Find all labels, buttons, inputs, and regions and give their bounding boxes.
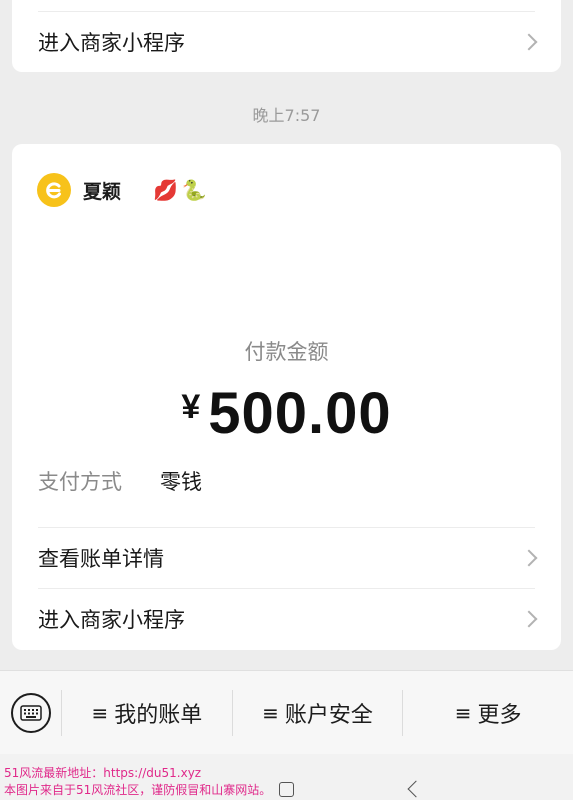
row-label: 查看账单详情 bbox=[38, 547, 164, 571]
system-nav-bar: 51风流最新地址：https://du51.xyz 本图片来自于51风流社区，谨… bbox=[0, 754, 573, 800]
recent-apps-icon[interactable] bbox=[279, 782, 294, 797]
payment-method-value: 零钱 bbox=[160, 470, 202, 494]
bottom-menu-bar: ≡ 我的账单 ≡ 账户安全 ≡ 更多 bbox=[0, 670, 573, 754]
merchant-name: 夏颖 bbox=[83, 180, 122, 203]
amount-value: 500.00 bbox=[208, 381, 392, 446]
chevron-right-icon bbox=[520, 610, 538, 628]
merchant-header[interactable]: 夏颖 💋🐍 bbox=[37, 172, 211, 208]
currency-symbol: ¥ bbox=[181, 388, 201, 426]
menu-more[interactable]: ≡ 更多 bbox=[403, 690, 573, 736]
menu-label: 账户安全 bbox=[284, 702, 373, 728]
menu-icon: ≡ bbox=[454, 700, 472, 725]
menu-label: 我的账单 bbox=[114, 702, 203, 728]
payment-card: 夏颖 💋🐍 付款金额 ¥500.00 支付方式 零钱 查看账单详情 进入商家小程… bbox=[12, 144, 561, 650]
enter-merchant-miniprogram-row-top[interactable]: 进入商家小程序 bbox=[38, 12, 541, 72]
watermark-line-2: 本图片来自于51风流社区，谨防假冒和山寨网站。 bbox=[4, 783, 272, 797]
keyboard-icon bbox=[10, 692, 51, 733]
previous-message-card: 进入商家小程序 bbox=[12, 0, 561, 72]
view-bill-detail-row[interactable]: 查看账单详情 bbox=[38, 528, 541, 588]
back-icon[interactable] bbox=[407, 780, 425, 798]
merchant-emoji: 💋🐍 bbox=[153, 178, 211, 202]
payment-amount: ¥500.00 bbox=[12, 380, 561, 447]
payment-method-label: 支付方式 bbox=[38, 470, 122, 494]
row-label: 进入商家小程序 bbox=[38, 31, 185, 55]
payment-method: 支付方式 零钱 bbox=[38, 466, 202, 496]
merchant-logo-icon bbox=[37, 173, 71, 207]
menu-label: 更多 bbox=[477, 702, 522, 728]
watermark-line-1: 51风流最新地址：https://du51.xyz bbox=[4, 766, 202, 780]
message-timestamp: 晚上7:57 bbox=[252, 106, 321, 125]
menu-account-security[interactable]: ≡ 账户安全 bbox=[233, 689, 404, 736]
chevron-right-icon bbox=[520, 33, 538, 51]
chevron-right-icon bbox=[520, 549, 538, 567]
enter-merchant-miniprogram-row[interactable]: 进入商家小程序 bbox=[38, 589, 541, 649]
menu-icon: ≡ bbox=[262, 700, 279, 725]
menu-my-bills[interactable]: ≡ 我的账单 bbox=[62, 689, 233, 736]
keyboard-toggle-button[interactable] bbox=[0, 689, 62, 736]
row-label: 进入商家小程序 bbox=[38, 608, 185, 632]
menu-icon: ≡ bbox=[91, 700, 109, 725]
amount-label: 付款金额 bbox=[244, 340, 329, 364]
